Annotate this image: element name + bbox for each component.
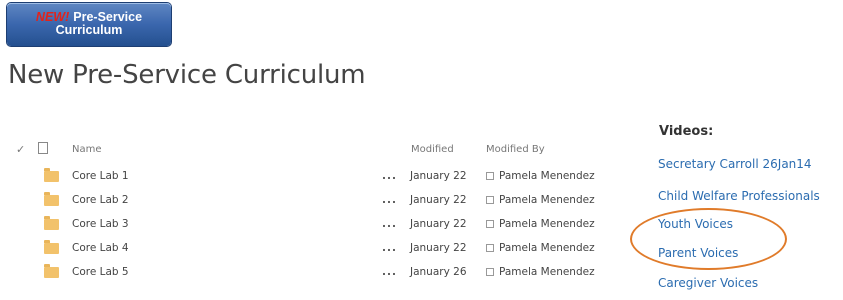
modified-date: January 22 [410,218,467,230]
modified-date: January 22 [410,242,467,254]
file-type-icon [38,142,48,154]
table-row[interactable]: Core Lab 2 ... January 22 Pamela Menende… [0,188,620,212]
item-name-link[interactable]: Core Lab 3 [72,212,129,236]
more-actions-icon[interactable]: ... [382,188,397,212]
presence-icon [486,220,494,228]
video-link-secretary-carroll[interactable]: Secretary Carroll 26Jan14 [658,157,812,171]
modified-by-name[interactable]: Pamela Menendez [499,266,595,278]
column-header-modified-by[interactable]: Modified By [486,144,545,164]
presence-icon [486,244,494,252]
folder-icon [44,192,59,206]
modified-by: Pamela Menendez [486,236,595,260]
item-name-link[interactable]: Core Lab 5 [72,260,129,284]
videos-heading: Videos: [659,124,714,139]
table-row[interactable]: Core Lab 5 ... January 26 Pamela Menende… [0,260,620,284]
modified-by-name[interactable]: Pamela Menendez [499,242,595,254]
more-actions-icon[interactable]: ... [382,236,397,260]
modified-by: Pamela Menendez [486,164,595,188]
banner-title-line1: Pre-Service [73,10,143,24]
folder-icon [44,240,59,254]
item-name-link[interactable]: Core Lab 1 [72,164,129,188]
modified-date: January 22 [410,170,467,182]
highlight-oval-annotation [630,208,787,270]
folder-icon [44,216,59,230]
column-header-modified[interactable]: Modified [411,144,454,164]
modified-by-name[interactable]: Pamela Menendez [499,218,595,230]
page-title: New Pre-Service Curriculum [8,60,366,90]
modified-date: January 26 [410,266,467,278]
column-header-name[interactable]: Name [72,144,102,164]
modified-by: Pamela Menendez [486,260,595,284]
video-link-child-welfare-professionals[interactable]: Child Welfare Professionals [658,189,820,203]
folder-icon [44,168,59,182]
video-link-caregiver-voices[interactable]: Caregiver Voices [658,276,758,290]
banner-new-label: NEW! [35,10,70,24]
item-name-link[interactable]: Core Lab 4 [72,236,129,260]
select-all-checkmark-icon[interactable]: ✓ [16,143,25,163]
modified-by-name[interactable]: Pamela Menendez [499,194,595,206]
modified-date: January 22 [410,194,467,206]
more-actions-icon[interactable]: ... [382,212,397,236]
modified-by: Pamela Menendez [486,212,595,236]
presence-icon [486,196,494,204]
table-row[interactable]: Core Lab 1 ... January 22 Pamela Menende… [0,164,620,188]
item-name-link[interactable]: Core Lab 2 [72,188,129,212]
presence-icon [486,268,494,276]
banner-title-line2: Curriculum [55,23,123,37]
table-row[interactable]: Core Lab 4 ... January 22 Pamela Menende… [0,236,620,260]
more-actions-icon[interactable]: ... [382,164,397,188]
modified-by: Pamela Menendez [486,188,595,212]
pre-service-curriculum-banner-button[interactable]: NEW! Pre-Service Curriculum [7,3,171,46]
presence-icon [486,172,494,180]
folder-icon [44,264,59,278]
table-row[interactable]: Core Lab 3 ... January 22 Pamela Menende… [0,212,620,236]
more-actions-icon[interactable]: ... [382,260,397,284]
modified-by-name[interactable]: Pamela Menendez [499,170,595,182]
